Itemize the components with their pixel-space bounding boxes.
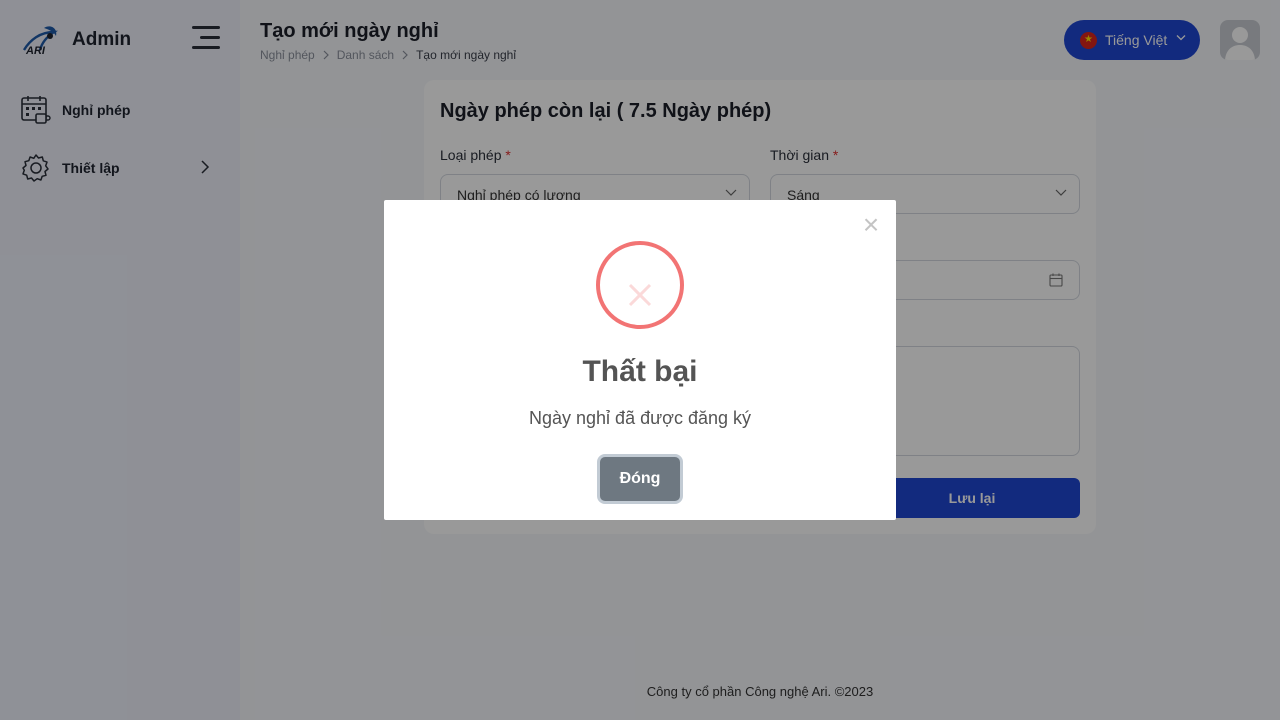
- error-x-icon: [596, 241, 684, 329]
- close-icon[interactable]: ×: [860, 211, 882, 239]
- close-button[interactable]: Đóng: [600, 457, 680, 501]
- dialog-title: Thất bại: [582, 355, 698, 388]
- error-dialog: × Thất bại Ngày nghỉ đã được đăng ký Đón…: [384, 200, 896, 520]
- dialog-message: Ngày nghỉ đã được đăng ký: [529, 408, 751, 428]
